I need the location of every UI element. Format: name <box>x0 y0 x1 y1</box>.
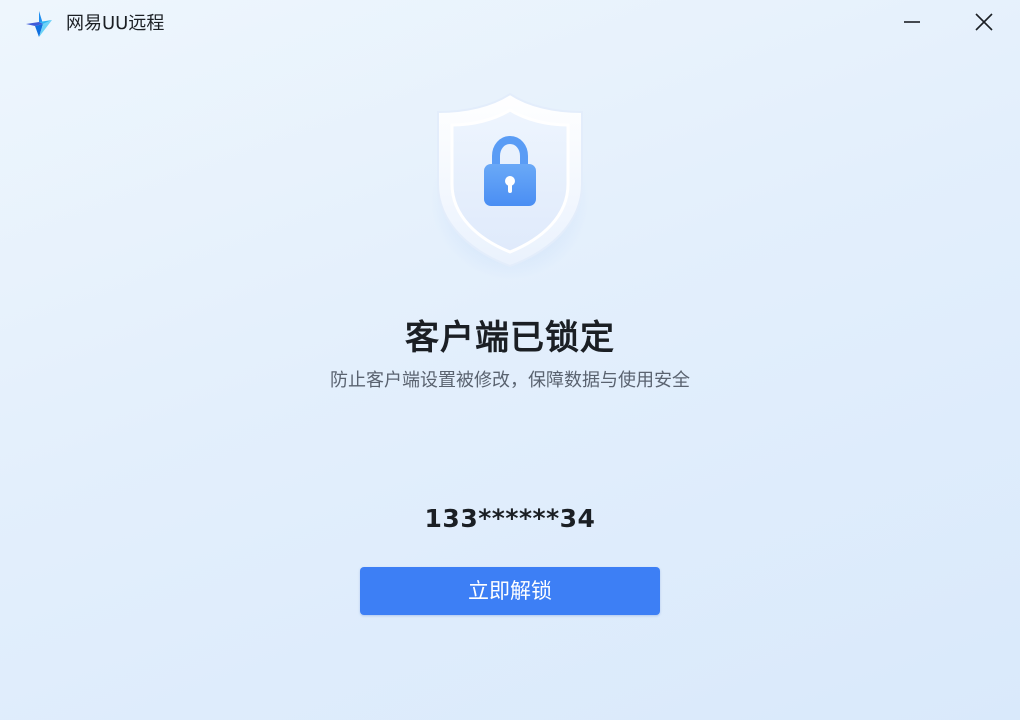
app-title: 网易UU远程 <box>66 13 165 34</box>
shield-illustration <box>400 80 620 290</box>
title-bar: 网易UU远程 <box>0 0 1020 48</box>
minimize-icon <box>903 13 921 35</box>
lock-headline: 客户端已锁定 <box>405 318 615 358</box>
lock-description: 防止客户端设置被修改，保障数据与使用安全 <box>330 370 690 391</box>
minimize-button[interactable] <box>896 8 928 40</box>
uu-logo-icon <box>25 10 53 38</box>
unlock-button[interactable]: 立即解锁 <box>360 567 660 615</box>
account-number: 133******34 <box>424 504 596 533</box>
shield-lock-icon <box>436 92 584 272</box>
close-icon <box>975 13 993 35</box>
close-button[interactable] <box>968 8 1000 40</box>
